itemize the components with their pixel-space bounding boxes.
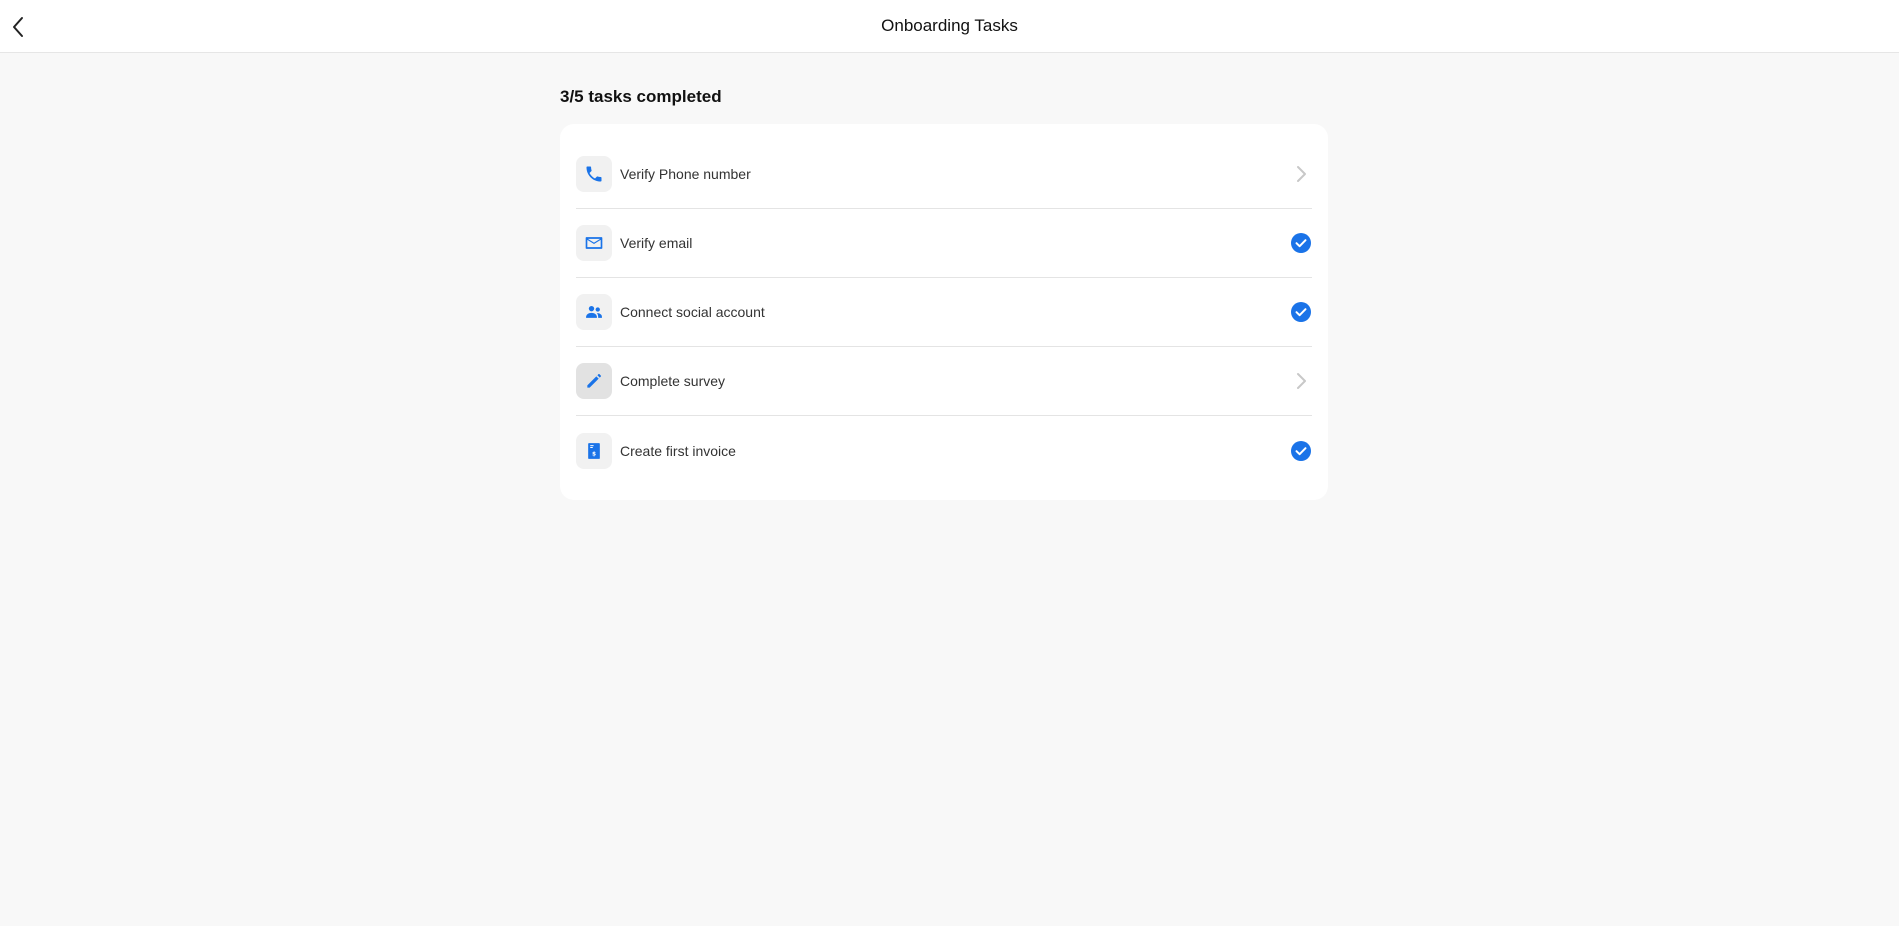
pencil-icon	[576, 363, 612, 399]
task-label: Verify email	[620, 235, 693, 251]
task-row-verify-phone[interactable]: Verify Phone number	[576, 124, 1312, 209]
chevron-right-icon	[1290, 163, 1312, 185]
chevron-right-icon	[1290, 370, 1312, 392]
svg-text:$: $	[592, 451, 596, 457]
phone-icon	[576, 156, 612, 192]
check-circle-icon	[1290, 301, 1312, 323]
task-card: Verify Phone number Verify email Connect…	[560, 124, 1328, 500]
task-row-verify-email[interactable]: Verify email	[576, 209, 1312, 278]
top-bar: Onboarding Tasks	[0, 0, 1899, 53]
task-row-complete-survey[interactable]: Complete survey	[576, 347, 1312, 416]
page-title: Onboarding Tasks	[881, 16, 1018, 35]
task-row-create-invoice[interactable]: $ Create first invoice	[576, 416, 1312, 485]
task-label: Complete survey	[620, 373, 726, 389]
people-icon	[576, 294, 612, 330]
check-circle-icon	[1290, 440, 1312, 462]
task-label: Verify Phone number	[620, 166, 751, 182]
task-row-connect-social[interactable]: Connect social account	[576, 278, 1312, 347]
check-circle-icon	[1290, 232, 1312, 254]
progress-summary: 3/5 tasks completed	[560, 87, 722, 106]
task-label: Connect social account	[620, 304, 765, 320]
email-icon	[576, 225, 612, 261]
invoice-icon: $	[576, 432, 612, 469]
task-label: Create first invoice	[620, 442, 736, 459]
